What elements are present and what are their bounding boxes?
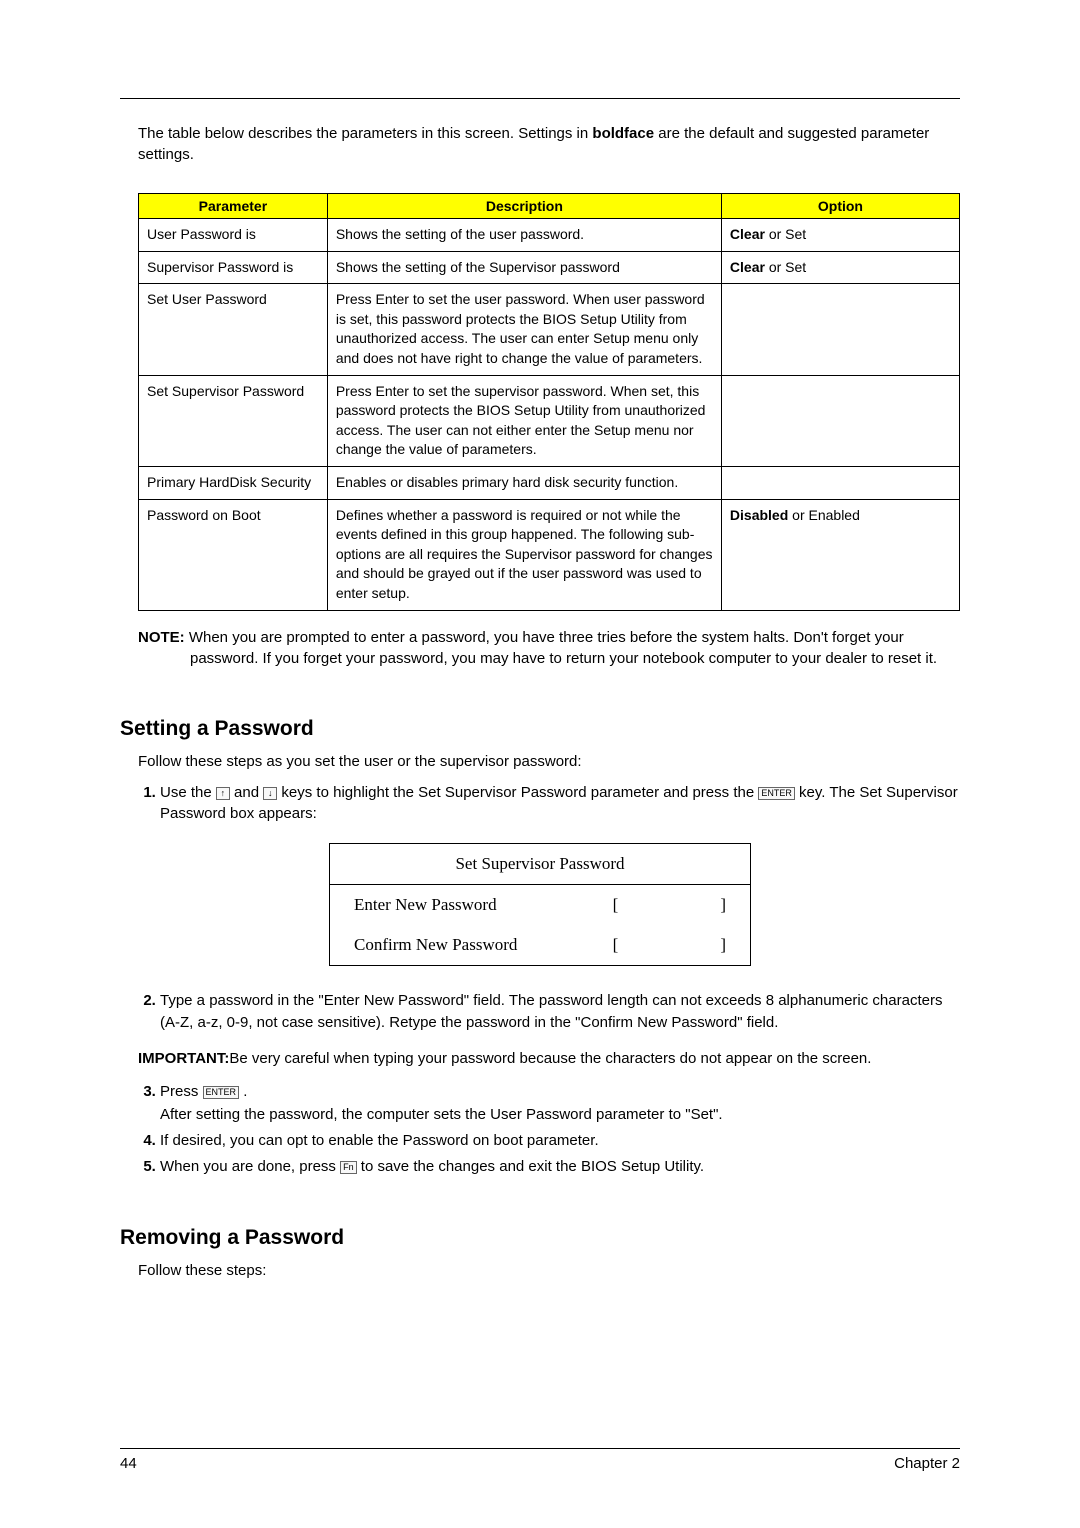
note-text: When you are prompted to enter a passwor… bbox=[189, 629, 937, 667]
step5-b: to save the changes and exit the BIOS Se… bbox=[357, 1158, 704, 1175]
bracket-close: ] bbox=[720, 895, 726, 914]
dialog-confirm-field: [ ] bbox=[613, 935, 726, 955]
intro-paragraph: The table below describes the parameters… bbox=[138, 123, 960, 165]
cell-opt: Disabled or Enabled bbox=[721, 499, 959, 610]
cell-param: Supervisor Password is bbox=[139, 251, 328, 284]
step-3: Press ENTER . After setting the password… bbox=[160, 1081, 960, 1127]
table-row: Set Supervisor Password Press Enter to s… bbox=[139, 375, 960, 466]
cell-desc: Enables or disables primary hard disk se… bbox=[327, 466, 721, 499]
table-row: User Password is Shows the setting of th… bbox=[139, 219, 960, 252]
important-label: IMPORTANT: bbox=[138, 1050, 229, 1067]
chapter-label: Chapter 2 bbox=[894, 1455, 960, 1472]
dialog-title: Set Supervisor Password bbox=[330, 844, 750, 885]
cell-opt bbox=[721, 284, 959, 375]
th-description: Description bbox=[327, 194, 721, 219]
intro-prefix: The table below describes the parameters… bbox=[138, 125, 592, 142]
opt-bold: Clear bbox=[730, 259, 765, 275]
bracket-open: [ bbox=[613, 895, 619, 914]
steps-list: Use the ↑ and ↓ keys to highlight the Se… bbox=[138, 782, 960, 826]
step5-a: When you are done, press bbox=[160, 1158, 340, 1175]
step-4: If desired, you can opt to enable the Pa… bbox=[160, 1130, 960, 1152]
step3-c: After setting the password, the computer… bbox=[160, 1104, 960, 1126]
dialog-confirm-label: Confirm New Password bbox=[354, 935, 517, 955]
th-parameter: Parameter bbox=[139, 194, 328, 219]
step3-b: . bbox=[239, 1083, 247, 1100]
page-footer: 44 Chapter 2 bbox=[120, 1440, 960, 1472]
removing-intro: Follow these steps: bbox=[138, 1260, 960, 1281]
key-fn-icon: Fn bbox=[340, 1161, 357, 1174]
page: The table below describes the parameters… bbox=[0, 0, 1080, 1528]
cell-desc: Defines whether a password is required o… bbox=[327, 499, 721, 610]
important-paragraph: IMPORTANT:Be very careful when typing yo… bbox=[138, 1048, 960, 1069]
important-text: Be very careful when typing your passwor… bbox=[229, 1050, 871, 1067]
table-row: Password on Boot Defines whether a passw… bbox=[139, 499, 960, 610]
note-label: NOTE: bbox=[138, 629, 189, 646]
opt-rest: or Enabled bbox=[788, 507, 860, 523]
table-header-row: Parameter Description Option bbox=[139, 194, 960, 219]
cell-opt bbox=[721, 375, 959, 466]
heading-setting-password: Setting a Password bbox=[120, 717, 960, 741]
step3-a: Press bbox=[160, 1083, 203, 1100]
th-option: Option bbox=[721, 194, 959, 219]
cell-opt: Clear or Set bbox=[721, 251, 959, 284]
cell-param: Primary HardDisk Security bbox=[139, 466, 328, 499]
dialog-enter-label: Enter New Password bbox=[354, 895, 497, 915]
opt-bold: Disabled bbox=[730, 507, 788, 523]
parameter-table: Parameter Description Option User Passwo… bbox=[138, 193, 960, 611]
set-supervisor-password-dialog: Set Supervisor Password Enter New Passwo… bbox=[329, 843, 751, 966]
steps-list-cont: Type a password in the "Enter New Passwo… bbox=[138, 990, 960, 1034]
opt-rest: or Set bbox=[765, 259, 806, 275]
intro-bold: boldface bbox=[592, 125, 654, 142]
step-5: When you are done, press Fn to save the … bbox=[160, 1156, 960, 1178]
key-up-icon: ↑ bbox=[216, 787, 230, 800]
note-paragraph: NOTE: When you are prompted to enter a p… bbox=[138, 627, 960, 669]
cell-param: User Password is bbox=[139, 219, 328, 252]
step1-c: keys to highlight the Set Supervisor Pas… bbox=[277, 784, 758, 801]
cell-param: Password on Boot bbox=[139, 499, 328, 610]
step1-b: and bbox=[230, 784, 263, 801]
cell-param: Set Supervisor Password bbox=[139, 375, 328, 466]
table-row: Primary HardDisk Security Enables or dis… bbox=[139, 466, 960, 499]
steps-list-cont2: Press ENTER . After setting the password… bbox=[138, 1081, 960, 1178]
heading-removing-password: Removing a Password bbox=[120, 1226, 960, 1250]
cell-desc: Press Enter to set the user password. Wh… bbox=[327, 284, 721, 375]
cell-desc: Shows the setting of the Supervisor pass… bbox=[327, 251, 721, 284]
cell-desc: Press Enter to set the supervisor passwo… bbox=[327, 375, 721, 466]
dialog-enter-field: [ ] bbox=[613, 895, 726, 915]
step-1: Use the ↑ and ↓ keys to highlight the Se… bbox=[160, 782, 960, 826]
setting-intro: Follow these steps as you set the user o… bbox=[138, 751, 960, 772]
cell-opt: Clear or Set bbox=[721, 219, 959, 252]
rule-bottom bbox=[120, 1448, 960, 1449]
bracket-close: ] bbox=[720, 935, 726, 954]
table-row: Supervisor Password is Shows the setting… bbox=[139, 251, 960, 284]
opt-bold: Clear bbox=[730, 226, 765, 242]
cell-param: Set User Password bbox=[139, 284, 328, 375]
cell-desc: Shows the setting of the user password. bbox=[327, 219, 721, 252]
opt-rest: or Set bbox=[765, 226, 806, 242]
cell-opt bbox=[721, 466, 959, 499]
table-row: Set User Password Press Enter to set the… bbox=[139, 284, 960, 375]
step1-a: Use the bbox=[160, 784, 216, 801]
key-down-icon: ↓ bbox=[263, 787, 277, 800]
step-2: Type a password in the "Enter New Passwo… bbox=[160, 990, 960, 1034]
dialog-row-enter: Enter New Password [ ] bbox=[330, 885, 750, 925]
rule-top bbox=[120, 98, 960, 99]
bracket-open: [ bbox=[613, 935, 619, 954]
key-enter-icon: ENTER bbox=[203, 1086, 240, 1099]
page-number: 44 bbox=[120, 1455, 137, 1472]
key-enter-icon: ENTER bbox=[758, 787, 795, 800]
dialog-row-confirm: Confirm New Password [ ] bbox=[330, 925, 750, 965]
